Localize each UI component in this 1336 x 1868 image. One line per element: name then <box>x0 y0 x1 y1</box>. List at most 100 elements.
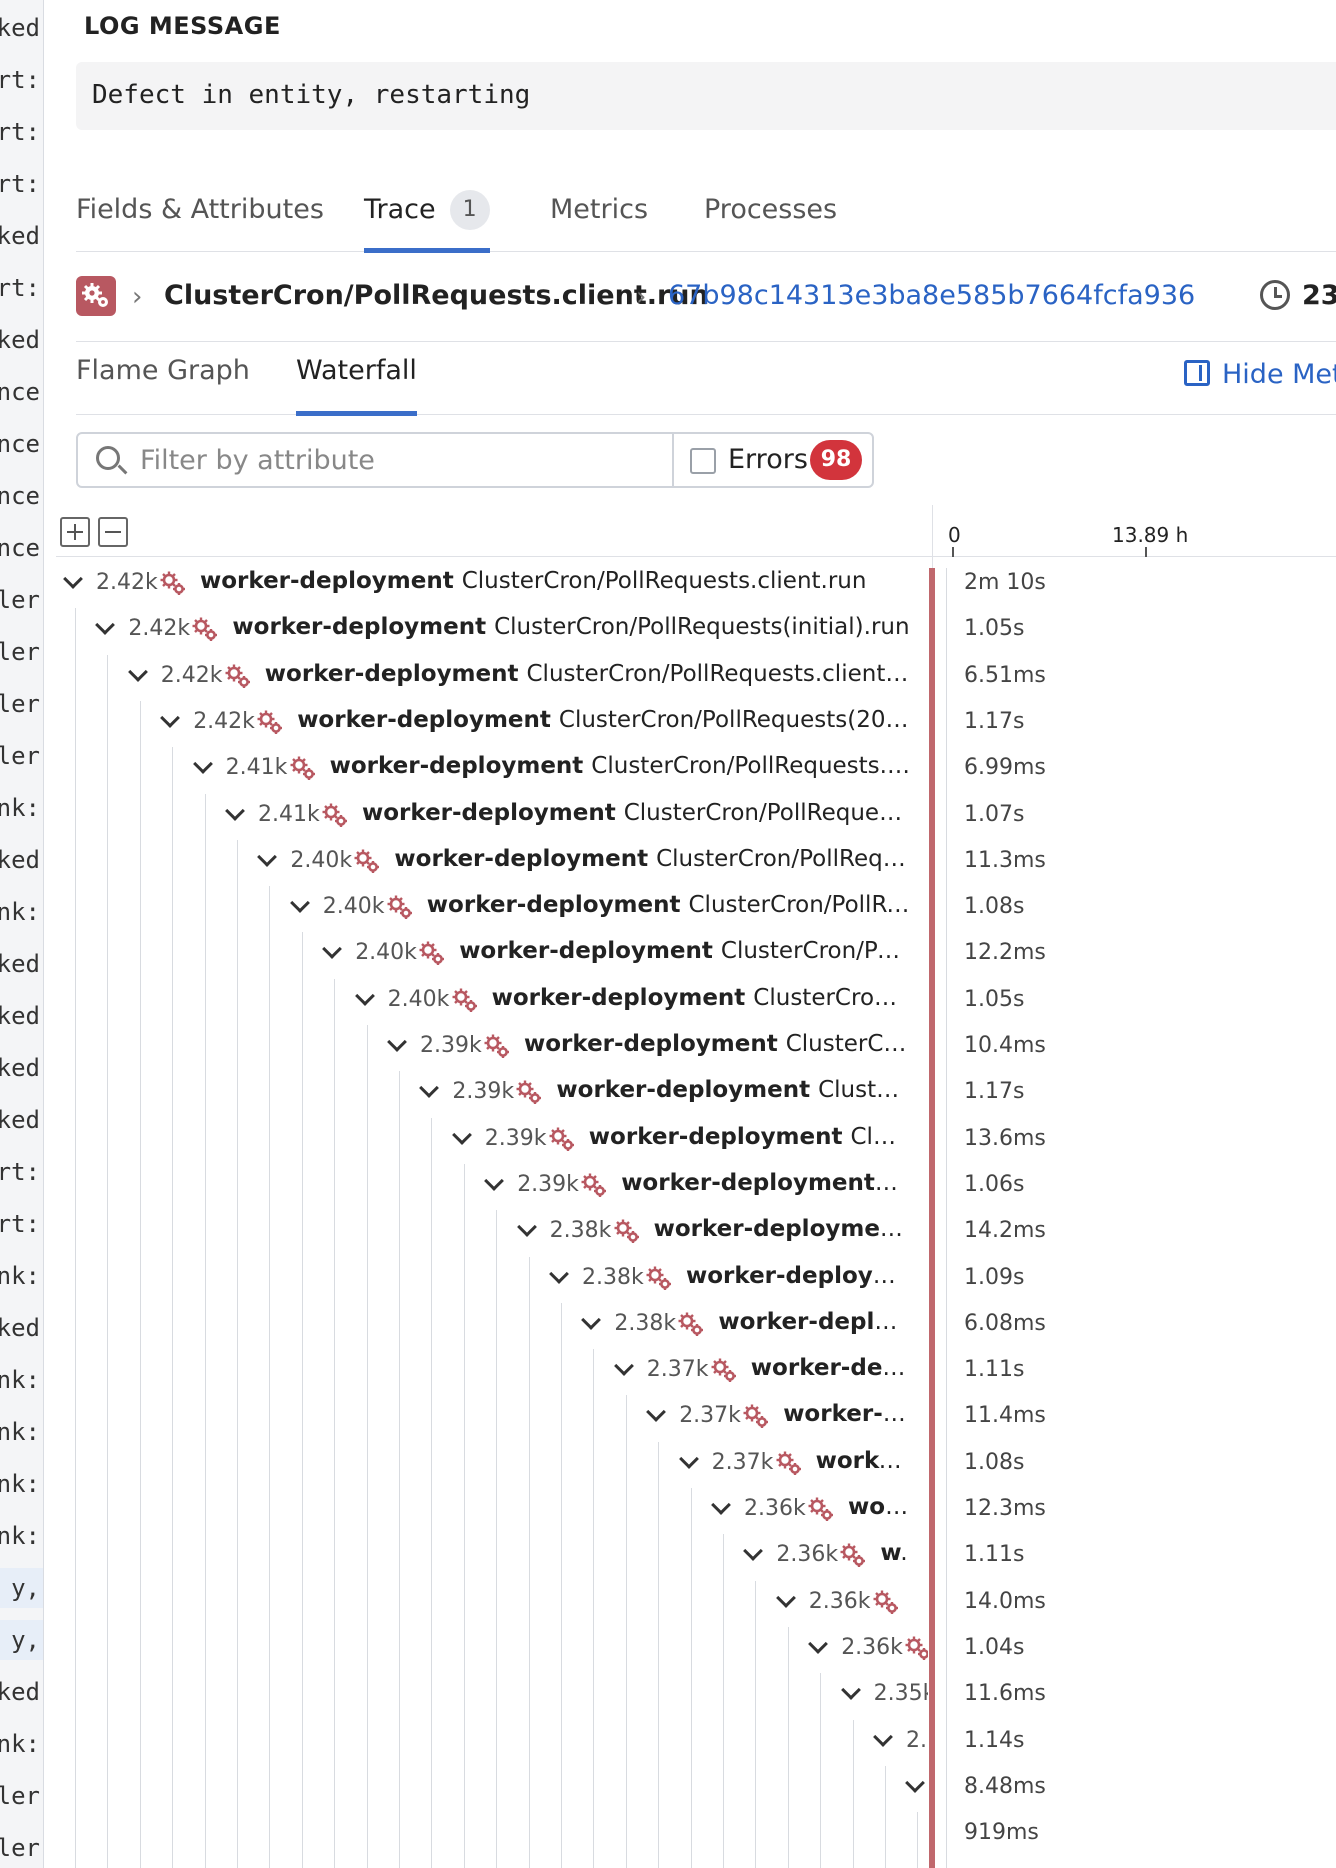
tab-label: Waterfall <box>296 355 417 386</box>
gears-icon <box>741 1401 771 1431</box>
chevron-down-icon[interactable] <box>419 1078 440 1099</box>
span-child-count: 2.3 <box>906 1727 928 1753</box>
span-row[interactable]: 2.37k worker-deplo... 1.11s <box>0 1347 1336 1393</box>
span-row-tree: 2.36k w... <box>0 1532 928 1578</box>
chevron-down-icon[interactable] <box>678 1448 699 1469</box>
chevron-down-icon[interactable] <box>322 939 343 960</box>
span-row[interactable]: 2.42k worker-deployment ClusterCron/PollRe… <box>0 653 1336 699</box>
expand-all-button[interactable] <box>60 517 90 547</box>
span-row[interactable]: 2.39k worker-deployment ClusterCron/P... 10… <box>0 1023 1336 1069</box>
chevron-down-icon[interactable] <box>225 800 245 821</box>
chevron-down-icon[interactable] <box>613 1356 634 1376</box>
root-span-link[interactable]: ClusterCron/PollRequests.client.run <box>164 280 709 311</box>
span-row[interactable]: 2.41k worker-deployment ClusterCron/PollRe… <box>0 792 1336 838</box>
span-row[interactable]: 2.36k w... 1.11s <box>0 1532 1336 1578</box>
tab-waterfall[interactable]: Waterfall <box>296 355 417 416</box>
gears-icon <box>838 1540 868 1570</box>
chevron-down-icon[interactable] <box>743 1541 764 1562</box>
span-service: wor... <box>848 1494 910 1520</box>
chevron-down-icon[interactable] <box>646 1402 667 1423</box>
span-row[interactable]: 2.40k worker-deployment ClusterCron/PollR.… <box>0 977 1336 1023</box>
chevron-down-icon[interactable] <box>289 893 310 913</box>
span-child-count: 2.39k <box>517 1171 579 1197</box>
span-row[interactable]: 2.38k worker-deploym... 6.08ms <box>0 1301 1336 1347</box>
chevron-down-icon[interactable] <box>63 569 83 589</box>
chevron-down-icon[interactable] <box>387 1032 407 1052</box>
chevron-down-icon[interactable] <box>192 754 213 775</box>
span-row[interactable]: 2.42k worker-deployment ClusterCron/PollRe… <box>0 699 1336 745</box>
span-row[interactable]: 2.36k wor... 12.3ms <box>0 1486 1336 1532</box>
log-row-fragment[interactable]: ance <box>0 476 40 516</box>
span-duration: 6.99ms <box>964 755 1046 781</box>
span-row[interactable]: 2.40k worker-deployment ClusterCron/PollRe… <box>0 930 1336 976</box>
collapse-all-button[interactable] <box>98 517 128 547</box>
tab-fields-attributes[interactable]: Fields & Attributes <box>76 190 324 252</box>
span-duration: 11.6ms <box>964 1681 1046 1707</box>
chevron-down-icon[interactable] <box>127 661 148 682</box>
span-row[interactable]: 2.36k 1.04s <box>0 1625 1336 1671</box>
span-row[interactable]: 2.39k worker-deploymentClust... 1.06s <box>0 1162 1336 1208</box>
span-resource: ClusterCron/PollRequests.client.r... <box>591 753 910 780</box>
span-row[interactable]: 2.38k worker-deploymentCl... 14.2ms <box>0 1208 1336 1254</box>
chevron-down-icon[interactable] <box>905 1772 926 1793</box>
log-row-fragment[interactable]: art: <box>0 268 40 308</box>
chevron-down-icon[interactable] <box>160 707 181 728</box>
span-row[interactable]: 919ms <box>0 1810 1336 1856</box>
span-row[interactable]: 2.35k 11.6ms <box>0 1671 1336 1717</box>
tab-trace[interactable]: Trace 1 <box>364 190 490 253</box>
tab-flame-graph[interactable]: Flame Graph <box>76 355 250 415</box>
span-row[interactable]: 2.39k worker-deployment ClusterCro... 1.17s <box>0 1069 1336 1115</box>
log-row-fragment[interactable]: ked <box>0 8 40 48</box>
span-row[interactable]: 2.39k worker-deployment ClusterC... 13.6ms <box>0 1116 1336 1162</box>
hide-metadata-button[interactable]: Hide Met <box>1184 359 1336 390</box>
chevron-down-icon[interactable] <box>808 1633 829 1654</box>
errors-checkbox[interactable] <box>690 448 716 474</box>
filter-input[interactable] <box>140 442 740 478</box>
gears-icon <box>385 892 415 922</box>
chevron-right-icon: › <box>636 282 647 312</box>
chevron-down-icon[interactable] <box>484 1170 505 1191</box>
chevron-down-icon[interactable] <box>354 985 375 1006</box>
chevron-down-icon[interactable] <box>451 1124 472 1145</box>
span-service: worker-deployment <box>653 1216 908 1243</box>
tab-metrics[interactable]: Metrics <box>550 190 648 252</box>
span-row[interactable]: 2.3 1.14s <box>0 1718 1336 1764</box>
chevron-down-icon[interactable] <box>775 1587 796 1608</box>
chevron-down-icon[interactable] <box>873 1726 893 1747</box>
chevron-down-icon[interactable] <box>711 1495 731 1515</box>
span-duration: 2m 10s <box>964 570 1046 595</box>
chevron-down-icon[interactable] <box>581 1309 602 1330</box>
log-row-fragment[interactable]: art: <box>0 112 40 152</box>
span-row[interactable]: 2.41k worker-deployment ClusterCron/PollRe… <box>0 745 1336 791</box>
chevron-down-icon[interactable] <box>549 1263 569 1284</box>
span-row[interactable]: 8.48ms <box>0 1764 1336 1810</box>
span-row[interactable]: 2.42k worker-deployment ClusterCron/PollRe… <box>0 560 1336 606</box>
log-row-fragment[interactable]: art: <box>0 60 40 100</box>
span-row[interactable]: 2.37k worker-de... 11.4ms <box>0 1393 1336 1439</box>
root-span-timeline-bar[interactable] <box>929 568 935 1868</box>
chevron-down-icon[interactable] <box>516 1217 537 1238</box>
span-row[interactable]: 2.42k worker-deployment ClusterCron/PollRe… <box>0 606 1336 652</box>
span-row-tree: 2.38k worker-deploymentCl... <box>0 1208 928 1254</box>
span-row-tree: 2.42k worker-deployment ClusterCron/PollRe… <box>0 653 928 699</box>
chevron-down-icon[interactable] <box>840 1680 861 1701</box>
log-row-fragment[interactable]: ance <box>0 372 40 412</box>
span-row[interactable]: 2.37k worker-... 1.08s <box>0 1440 1336 1486</box>
span-row[interactable]: 2.38k worker-deployment... 1.09s <box>0 1255 1336 1301</box>
log-row-fragment[interactable]: ked <box>0 320 40 360</box>
tab-processes[interactable]: Processes <box>704 190 837 252</box>
log-row-fragment[interactable]: ance <box>0 424 40 464</box>
span-row[interactable]: 2.40k worker-deployment ClusterCron/PollRe… <box>0 884 1336 930</box>
span-row[interactable]: 2.36k. 14.0ms <box>0 1579 1336 1625</box>
span-row[interactable]: 2.40k worker-deployment ClusterCron/PollRe… <box>0 838 1336 884</box>
trace-id-link[interactable]: 67b98c14313e3ba8e585b7664fcfa936 <box>668 280 1195 311</box>
chevron-down-icon[interactable] <box>95 615 116 636</box>
span-row-tree: 2.40k worker-deployment ClusterCron/PollRe… <box>0 930 928 976</box>
log-message-box: Defect in entity, restarting <box>76 62 1336 130</box>
chevron-down-icon[interactable] <box>257 846 278 867</box>
gears-icon <box>352 846 382 876</box>
hide-metadata-label: Hide Met <box>1222 359 1336 390</box>
log-row-fragment[interactable]: ked <box>0 216 40 256</box>
log-row-fragment[interactable]: art: <box>0 164 40 204</box>
span-service: worker-deployment <box>394 845 649 872</box>
